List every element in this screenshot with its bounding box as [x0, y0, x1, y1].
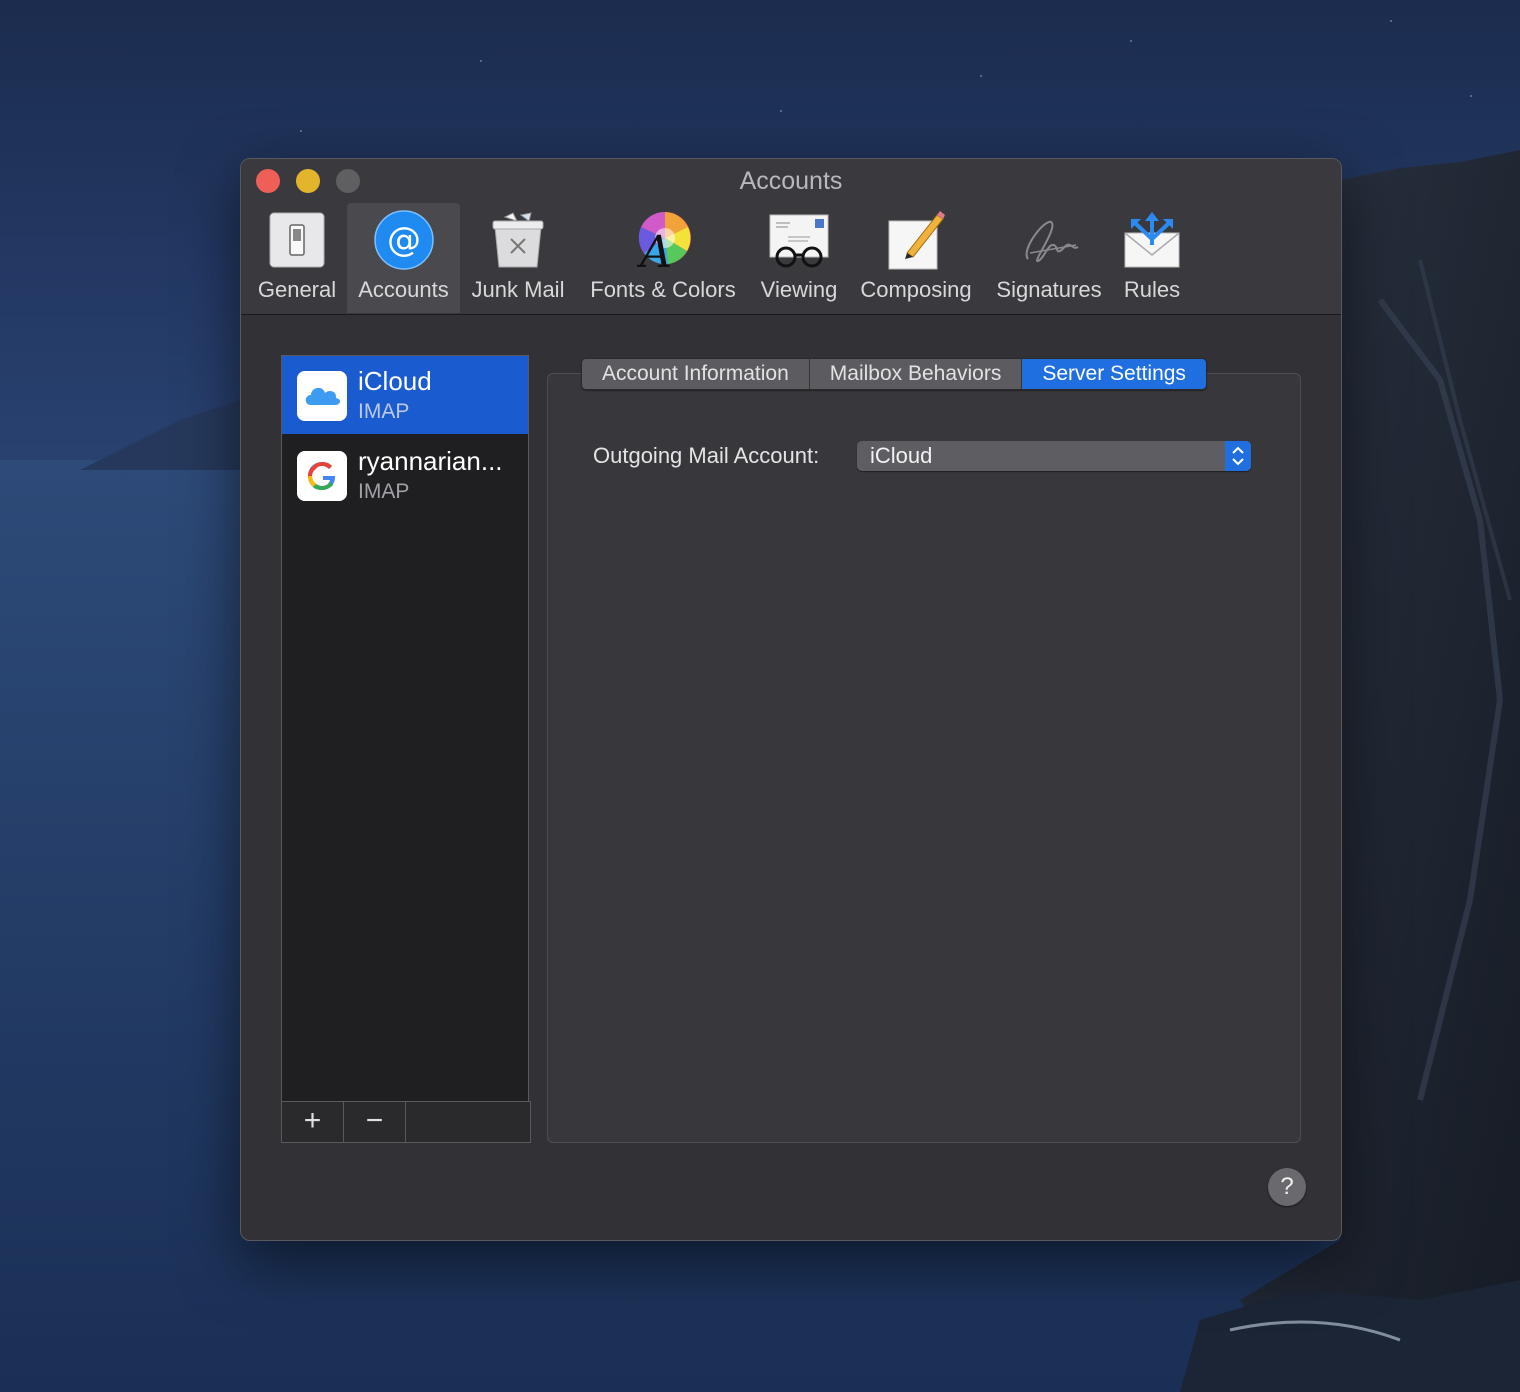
- tab-mailbox-behaviors[interactable]: Mailbox Behaviors: [809, 359, 1023, 389]
- window-title: Accounts: [739, 167, 843, 195]
- account-tabs: Account Information Mailbox Behaviors Se…: [581, 358, 1207, 390]
- server-settings-panel: [547, 373, 1301, 1143]
- outgoing-mail-account-popup[interactable]: iCloud: [857, 441, 1251, 471]
- help-button[interactable]: ?: [1268, 1168, 1306, 1206]
- toolbar-label: Viewing: [760, 277, 838, 302]
- toolbar-viewing[interactable]: Viewing: [753, 203, 845, 313]
- popup-selected-value: iCloud: [870, 443, 933, 468]
- account-type: IMAP: [358, 480, 410, 503]
- account-row-icloud[interactable]: iCloud IMAP: [282, 356, 528, 434]
- envelope-arrows-icon: [1124, 212, 1180, 268]
- paper-pencil-icon: [888, 211, 945, 270]
- trash-bin-icon: [492, 212, 544, 268]
- accounts-list-footer: + −: [281, 1101, 531, 1143]
- general-switch-icon: [269, 212, 325, 268]
- account-row-google[interactable]: ryannarian... IMAP: [282, 436, 528, 514]
- updown-chevron-icon: [1225, 441, 1251, 471]
- google-icon: [297, 451, 347, 501]
- signature-icon: [1025, 220, 1079, 263]
- toolbar-label: Fonts & Colors: [590, 277, 736, 302]
- envelope-glasses-icon: [769, 214, 829, 268]
- at-sign-icon: @: [373, 210, 434, 270]
- toolbar-general[interactable]: General: [255, 203, 339, 313]
- svg-text:A: A: [636, 227, 672, 271]
- toolbar-fonts-colors[interactable]: A Fonts & Colors: [581, 203, 745, 313]
- account-name: iCloud: [358, 366, 432, 396]
- toolbar-rules[interactable]: Rules: [1119, 203, 1185, 313]
- toolbar-signatures[interactable]: Signatures: [987, 203, 1111, 313]
- toolbar-junk-mail[interactable]: Junk Mail: [463, 203, 573, 313]
- remove-account-button[interactable]: −: [344, 1102, 406, 1142]
- toolbar-label: Signatures: [996, 277, 1102, 302]
- svg-text:@: @: [387, 220, 421, 260]
- window-titlebar: Accounts General @ Accounts Junk Mail A …: [241, 159, 1341, 315]
- toolbar-composing[interactable]: Composing: [853, 203, 979, 313]
- toolbar-label: Composing: [860, 277, 972, 302]
- accounts-list[interactable]: iCloud IMAP ryannarian... IMAP: [281, 355, 529, 1102]
- toolbar-accounts[interactable]: @ Accounts: [347, 203, 460, 313]
- account-type: IMAP: [358, 400, 410, 423]
- color-wheel-font-icon: A: [636, 211, 691, 271]
- accounts-preferences-window: Accounts General @ Accounts Junk Mail A …: [240, 158, 1342, 1241]
- toolbar-label: Rules: [1123, 277, 1181, 302]
- account-name: ryannarian...: [358, 446, 503, 476]
- toolbar-label: General: [257, 277, 337, 302]
- add-account-button[interactable]: +: [282, 1102, 344, 1142]
- tab-server-settings[interactable]: Server Settings: [1022, 359, 1206, 389]
- icloud-icon: [297, 371, 347, 421]
- toolbar-label: Accounts: [358, 277, 449, 302]
- outgoing-mail-account-label: Outgoing Mail Account:: [593, 443, 820, 468]
- tab-account-information[interactable]: Account Information: [582, 359, 810, 389]
- toolbar-label: Junk Mail: [471, 277, 565, 302]
